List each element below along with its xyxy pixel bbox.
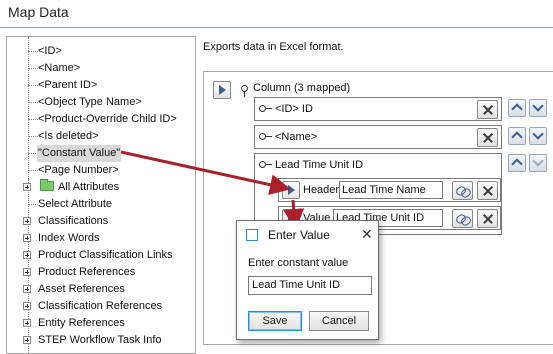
move-down-icon [529,154,547,172]
tree-item-label: Index Words [38,232,100,244]
source-tree-panel[interactable]: <ID> <Name> <Parent ID> <Object Type Nam… [6,36,196,354]
tree-item-label: Select Attribute [38,198,112,210]
tree-item-label: <Is deleted> [38,130,99,142]
expand-icon[interactable] [23,234,31,242]
expand-icon[interactable] [23,285,31,293]
tree-item-label: "Constant Value" [37,145,122,162]
expand-icon[interactable] [23,217,31,225]
move-down-icon[interactable] [529,99,547,117]
tree-item-label: <Parent ID> [38,79,98,91]
link-icon[interactable] [452,181,473,200]
move-up-icon[interactable] [508,127,526,145]
sub-row-header[interactable]: Header Lead Time Name [278,178,501,202]
tree-item-label: Product References [38,266,136,278]
constant-value-label: Enter constant value [248,257,349,269]
save-button[interactable]: Save [248,311,302,331]
mapping-row-name[interactable]: <Name> [254,125,502,149]
link-icon[interactable] [452,209,473,228]
move-up-icon[interactable] [508,99,526,117]
expand-play-icon[interactable] [213,81,231,99]
key-icon [259,161,272,168]
key-icon [259,105,272,112]
key-icon [259,133,272,140]
remove-icon[interactable] [477,100,498,119]
tree-item-label: Classification References [38,300,163,312]
cancel-button[interactable]: Cancel [309,311,369,331]
mapping-row-id[interactable]: <ID> ID [254,97,502,121]
window-icon [246,229,258,241]
title-divider [0,27,553,28]
tree-item-label: All Attributes [58,181,120,193]
tree-item-label: Product Classification Links [38,249,173,261]
close-icon[interactable]: ✕ [361,227,373,241]
move-up-icon[interactable] [508,154,526,172]
expand-icon[interactable] [23,302,31,310]
column-header: Column (3 mapped) [241,82,351,97]
tree-item-label: Asset References [38,283,125,295]
window-title: Map Data [8,4,69,20]
tree-item-label: Entity References [38,317,125,329]
format-description: Exports data in Excel format. [203,41,344,53]
sub-row-label: Header [303,184,340,196]
move-down-icon[interactable] [529,127,547,145]
mapping-row-label: <Name> [275,131,318,143]
remove-icon[interactable] [477,128,498,147]
tree-item-label: <Page Number> [38,164,119,176]
expand-icon[interactable] [23,268,31,276]
expand-play-icon[interactable] [282,181,300,199]
mapping-row-label: <ID> ID [275,103,313,115]
folder-icon [40,179,54,191]
tree-item-label: Classifications [38,215,109,227]
tree-item-label: <Name> [38,62,81,74]
remove-icon[interactable] [477,181,498,200]
tree-item-label: <ID> [38,45,62,57]
remove-icon[interactable] [477,209,498,228]
tree-item-label: <Object Type Name> [38,96,142,108]
mapping-row-label: Lead Time Unit ID [275,159,364,171]
expand-icon[interactable] [23,251,31,259]
dialog-title: Enter Value [268,228,330,242]
header-value-field[interactable]: Lead Time Name [339,181,443,199]
pin-icon [241,85,248,97]
column-header-label: Column (3 mapped) [253,82,351,94]
expand-icon[interactable] [23,183,31,191]
tree-item-label: <Product-Override Child ID> [38,113,177,125]
expand-icon[interactable] [23,319,31,327]
enter-value-dialog[interactable]: Enter Value ✕ Enter constant value Lead … [236,220,379,340]
constant-value-input[interactable]: Lead Time Unit ID [248,276,372,295]
tree-item-label: STEP Workflow Task Info [38,334,162,346]
tree-connector [28,37,29,179]
tree-connector [28,179,29,353]
